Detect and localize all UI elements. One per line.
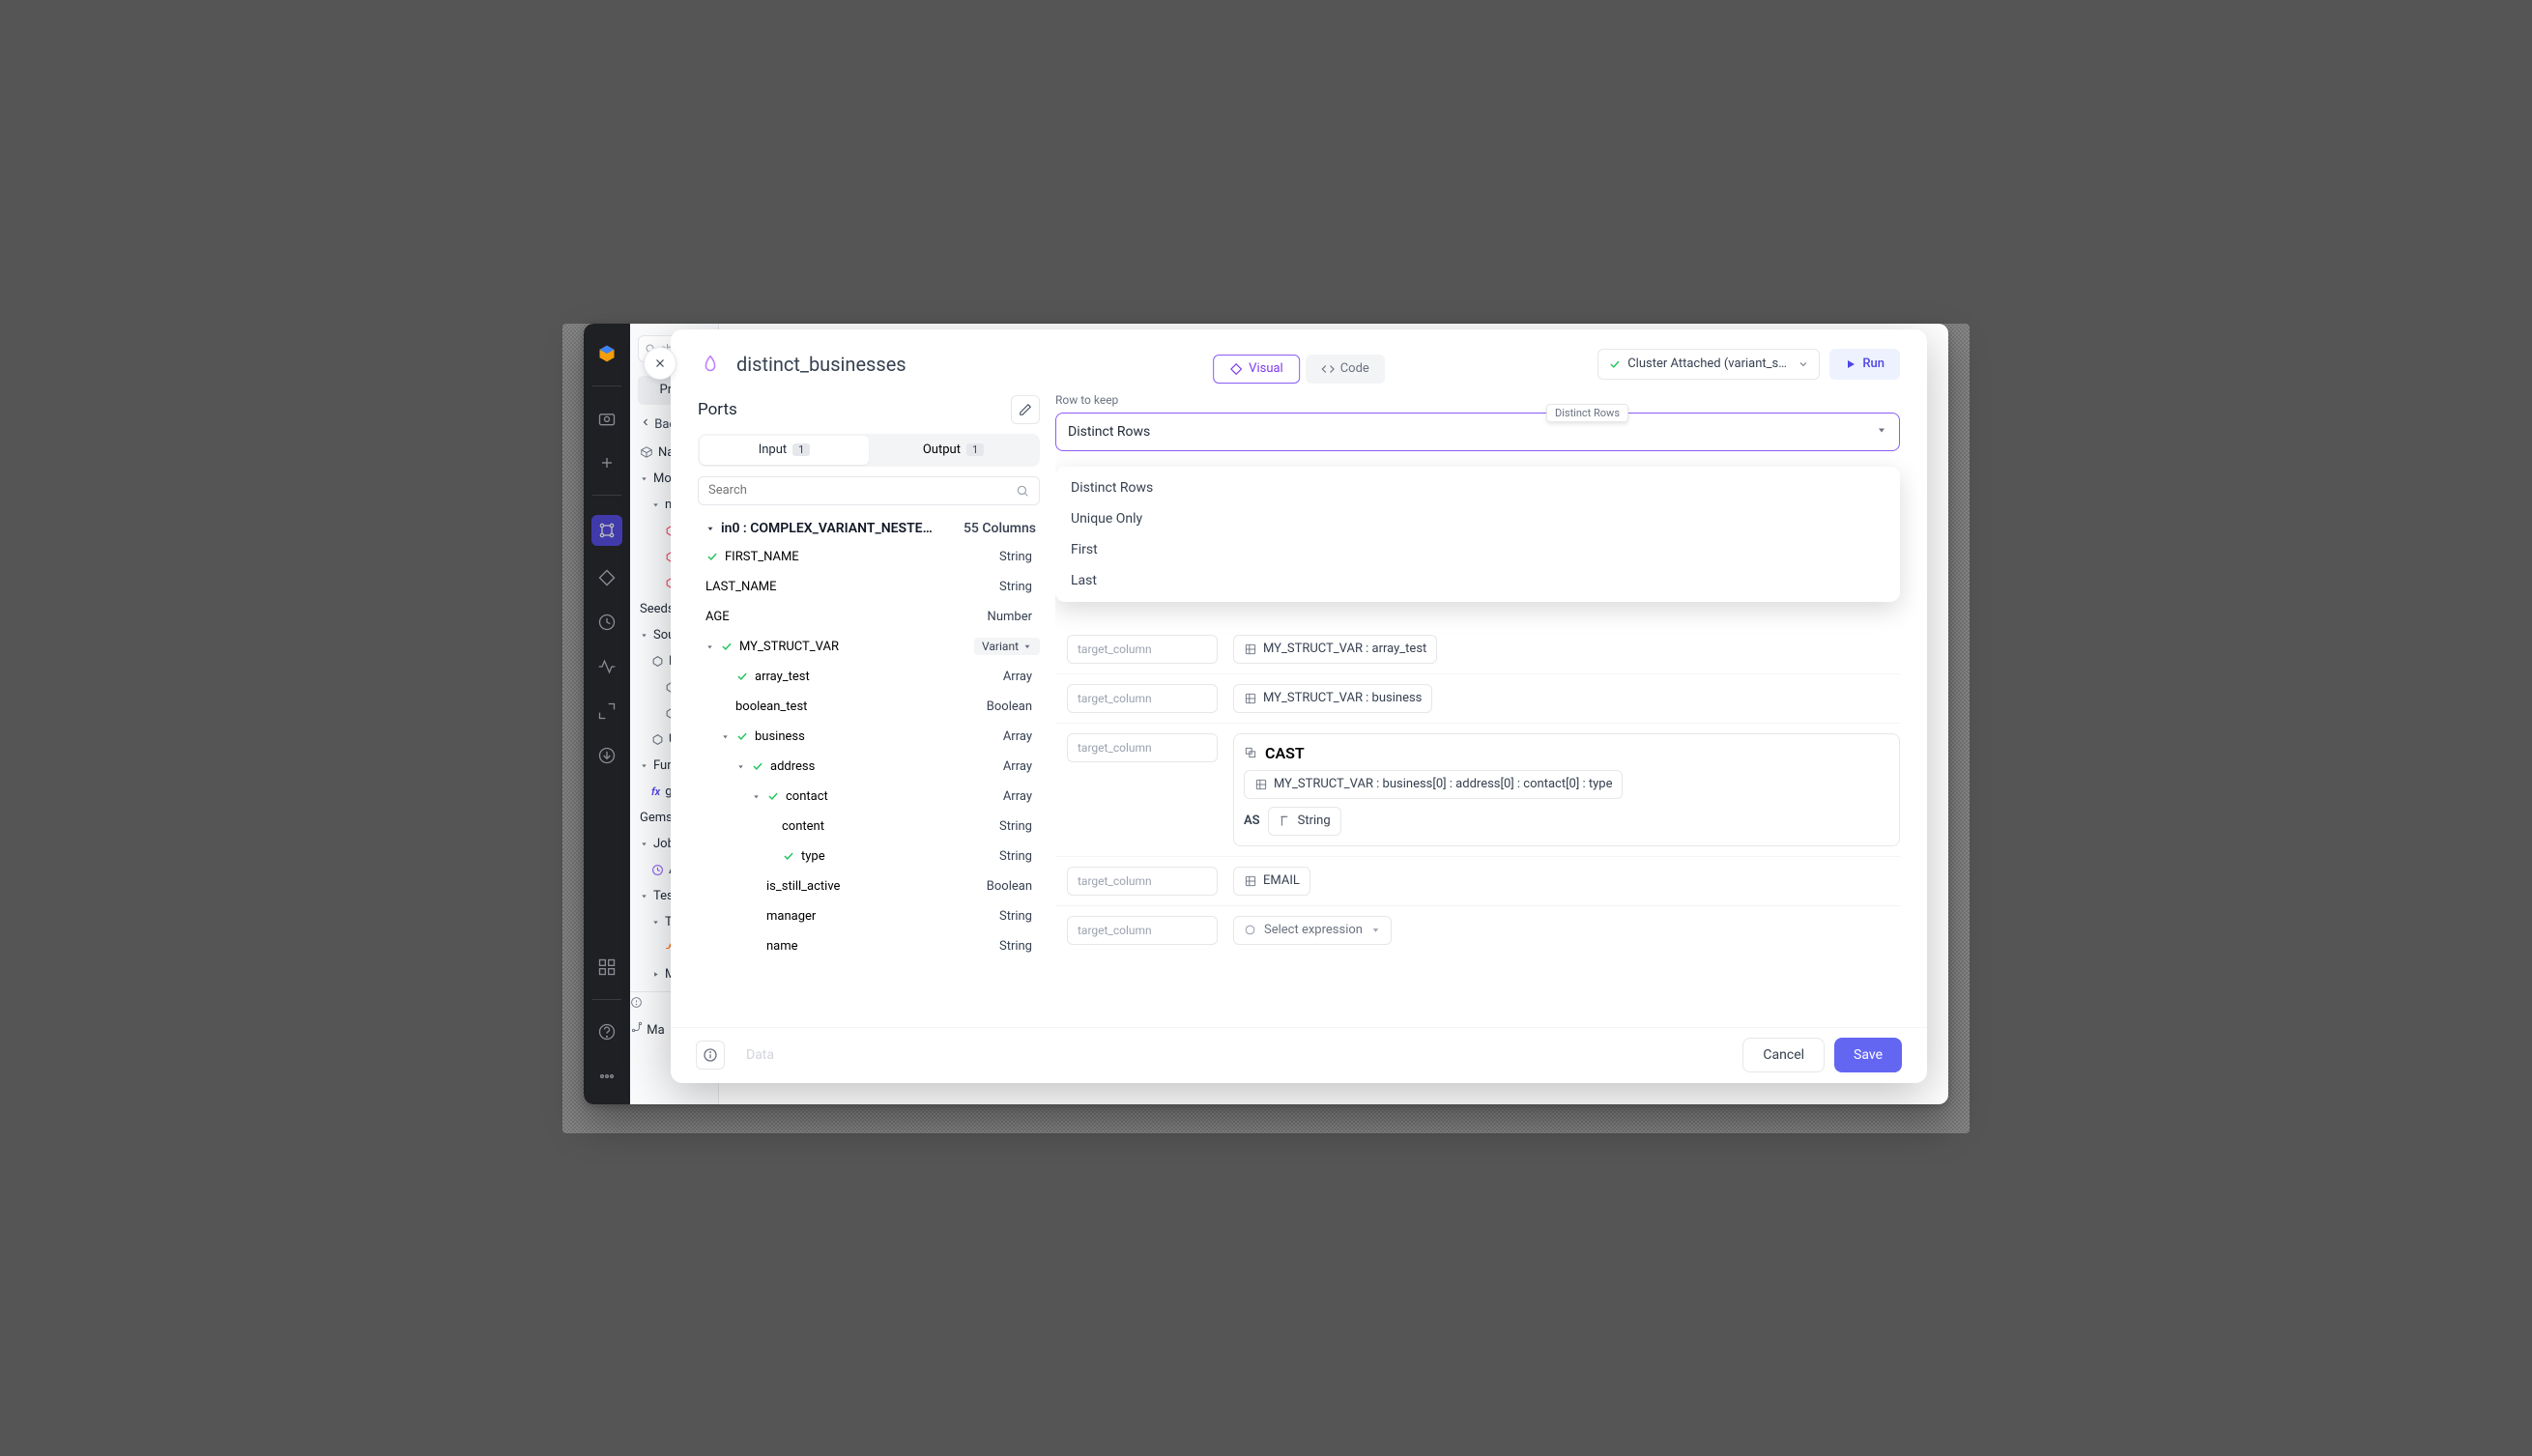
schema-row[interactable]: managerString <box>698 901 1040 931</box>
port-name[interactable]: in0 : COMPLEX_VARIANT_NESTE… <box>721 521 933 536</box>
leftbar <box>584 324 630 1104</box>
download-icon[interactable] <box>594 743 619 768</box>
expression-row: target_column CASTMY_STRUCT_VAR : busines… <box>1055 723 1900 856</box>
code-tab[interactable]: Code <box>1306 355 1385 384</box>
schema-row[interactable]: is_still_activeBoolean <box>698 871 1040 901</box>
schema-row[interactable]: typeString <box>698 842 1040 871</box>
input-tab[interactable]: Input1 <box>700 436 869 465</box>
target-column-input[interactable]: target_column <box>1067 733 1218 762</box>
gem-config-modal: distinct_businesses Visual Code Cluster … <box>671 329 1927 1083</box>
schema-row[interactable]: MY_STRUCT_VARVariant <box>698 632 1040 662</box>
diamond-icon[interactable] <box>594 565 619 590</box>
cluster-select[interactable]: Cluster Attached (variant_sn… <box>1597 349 1820 380</box>
more-icon[interactable] <box>594 1064 619 1089</box>
clock-icon[interactable] <box>594 610 619 635</box>
cast-expression[interactable]: CASTMY_STRUCT_VAR : business[0] : addres… <box>1233 733 1900 846</box>
expand-icon[interactable] <box>594 699 619 724</box>
schema-row[interactable]: array_testArray <box>698 662 1040 692</box>
dropdown-option[interactable]: First <box>1055 534 1900 565</box>
info-button[interactable] <box>696 1041 725 1070</box>
target-column-input[interactable]: target_column <box>1067 867 1218 896</box>
schema-row[interactable]: LAST_NAMEString <box>698 572 1040 602</box>
dropdown-option[interactable]: Unique Only <box>1055 503 1900 534</box>
row-to-keep-dropdown: Distinct RowsUnique OnlyFirstLast <box>1055 467 1900 602</box>
schema-row[interactable]: contactArray <box>698 782 1040 812</box>
target-column-input[interactable]: target_column <box>1067 635 1218 664</box>
target-column-input[interactable]: target_column <box>1067 684 1218 713</box>
edit-ports-button[interactable] <box>1011 395 1040 424</box>
dropdown-option[interactable]: Distinct Rows <box>1055 472 1900 503</box>
visual-tab[interactable]: Visual <box>1213 355 1300 384</box>
expression-row: target_column Select expression <box>1055 905 1900 955</box>
target-column-input[interactable]: target_column <box>1067 916 1218 945</box>
plus-icon[interactable] <box>594 450 619 475</box>
expression-row: target_column MY_STRUCT_VAR : business <box>1055 673 1900 723</box>
schema-row[interactable]: nameString <box>698 931 1040 961</box>
pulse-icon[interactable] <box>594 654 619 679</box>
gem-title: distinct_businesses <box>736 353 906 376</box>
column-chip[interactable]: MY_STRUCT_VAR : array_test <box>1233 635 1437 664</box>
data-tab: Data <box>734 1047 786 1063</box>
expression-row: target_column MY_STRUCT_VAR : array_test <box>1055 625 1900 673</box>
schema-row[interactable]: boolean_testBoolean <box>698 692 1040 722</box>
camera-icon[interactable] <box>594 406 619 431</box>
save-button[interactable]: Save <box>1834 1038 1902 1072</box>
dropdown-option[interactable]: Last <box>1055 565 1900 596</box>
app-logo-icon <box>594 341 619 366</box>
row-to-keep-label: Row to keep <box>1055 393 1900 407</box>
ports-search[interactable] <box>698 476 1040 505</box>
graph-icon[interactable] <box>591 515 622 546</box>
cancel-button[interactable]: Cancel <box>1742 1038 1825 1072</box>
schema-row[interactable]: AGENumber <box>698 602 1040 632</box>
gem-icon <box>698 352 723 377</box>
schema-row[interactable]: addressArray <box>698 752 1040 782</box>
run-button[interactable]: Run <box>1829 349 1900 380</box>
schema-row[interactable]: FIRST_NAMEString <box>698 542 1040 572</box>
col-count: 55 Columns <box>964 521 1036 536</box>
schema-row[interactable]: contentString <box>698 812 1040 842</box>
ports-title: Ports <box>698 400 737 419</box>
output-tab[interactable]: Output1 <box>869 436 1038 465</box>
close-button[interactable] <box>644 347 676 380</box>
column-chip[interactable]: MY_STRUCT_VAR : business <box>1233 684 1432 713</box>
help-icon[interactable] <box>594 1019 619 1044</box>
footer-item[interactable]: Ma <box>647 1023 664 1038</box>
column-chip[interactable]: EMAIL <box>1233 867 1310 896</box>
expression-row: target_column EMAIL <box>1055 856 1900 905</box>
schema-row[interactable]: businessArray <box>698 722 1040 752</box>
select-expression[interactable]: Select expression <box>1233 916 1392 945</box>
row-to-keep-select[interactable]: Distinct Rows Distinct Rows <box>1055 413 1900 451</box>
tooltip: Distinct Rows <box>1546 404 1628 422</box>
grid-icon[interactable] <box>594 955 619 980</box>
